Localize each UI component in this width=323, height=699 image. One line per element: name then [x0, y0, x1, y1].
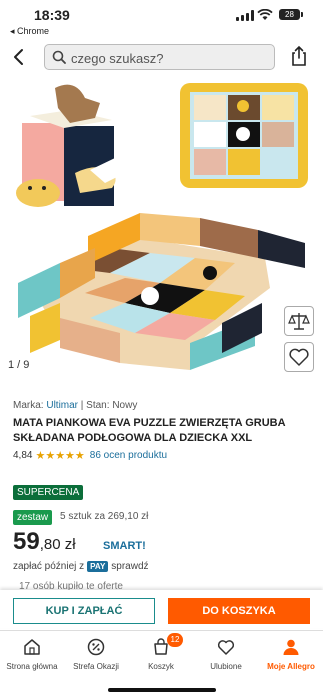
home-indicator[interactable]	[108, 688, 216, 692]
tab-home-label: Strona główna	[6, 662, 58, 671]
favorite-button[interactable]	[284, 342, 314, 372]
percent-tag-icon	[87, 638, 105, 656]
tab-cart[interactable]: 12 Koszyk	[129, 631, 193, 681]
search-placeholder: czego szukasz?	[71, 51, 164, 66]
rating-stars-icon: ★★★★★	[35, 450, 85, 462]
product-image-gallery[interactable]: 1 / 9	[0, 78, 323, 376]
pay-later-text: zapłać później z	[13, 561, 85, 572]
product-meta: Marka: Ultimar | Stan: Nowy	[13, 400, 137, 411]
clock: 18:39	[34, 7, 70, 23]
wifi-icon	[257, 9, 273, 20]
tab-my-allegro-label: Moje Allegro	[267, 662, 315, 671]
search-input[interactable]: czego szukasz?	[44, 44, 275, 70]
reviews-link[interactable]: 86 ocen produktu	[90, 450, 167, 461]
pay-later[interactable]: zapłać później z PAY sprawdź	[13, 561, 149, 572]
mat-top-view	[180, 83, 308, 188]
brand-link[interactable]: Ultimar	[46, 400, 78, 411]
mat-enclosure	[18, 213, 305, 370]
smart-label: SMART!	[103, 540, 146, 552]
image-counter: 1 / 9	[8, 359, 30, 371]
buy-now-button[interactable]: KUP I ZAPŁAĆ	[13, 598, 155, 624]
tab-my-allegro[interactable]: Moje Allegro	[259, 631, 323, 681]
pay-later-check[interactable]: sprawdź	[111, 561, 148, 572]
product-title: MATA PIANKOWA EVA PUZZLE ZWIERZĘTA GRUBA…	[13, 417, 286, 444]
search-icon	[52, 50, 66, 64]
back-to-app-link[interactable]: ◂ Chrome	[10, 26, 49, 37]
tab-favorites-label: Ulubione	[210, 662, 242, 671]
tab-home[interactable]: Strona główna	[0, 631, 64, 681]
brand-label: Marka:	[13, 400, 44, 411]
add-to-cart-button[interactable]: DO KOSZYKA	[168, 598, 310, 624]
back-arrow-icon[interactable]	[9, 45, 29, 69]
user-icon	[283, 639, 299, 655]
tab-cart-label: Koszyk	[148, 662, 174, 671]
cart-count-badge: 12	[167, 633, 183, 647]
tab-deals[interactable]: Strefa Okazji	[64, 631, 128, 681]
purchase-actions: KUP I ZAPŁAĆ DO KOSZYKA	[0, 590, 323, 628]
price-rest: ,80 zł	[39, 536, 76, 553]
tab-deals-label: Strefa Okazji	[73, 662, 119, 671]
home-icon	[24, 639, 40, 655]
signal-icon	[236, 10, 254, 21]
set-badge: zestaw	[13, 510, 53, 525]
bottom-tab-bar: Strona główna Strefa Okazji 12 Koszyk Ul…	[0, 630, 323, 681]
mat-folded-cube	[16, 84, 125, 207]
scale-icon	[288, 313, 310, 330]
condition-label: | Stan:	[80, 400, 110, 411]
rating-value: 4,84	[13, 450, 33, 461]
status-bar: 18:39 ◂ Chrome 28	[0, 0, 323, 38]
smart-badge: SMART!	[103, 540, 146, 552]
share-icon[interactable]	[289, 44, 309, 68]
supercena-badge: SUPERCENA	[13, 485, 84, 500]
price: 59,80 zł	[13, 528, 76, 556]
condition-value: Nowy	[112, 400, 138, 411]
product-image	[16, 83, 308, 370]
tab-favorites[interactable]: Ulubione	[194, 631, 258, 681]
top-search-bar: czego szukasz?	[0, 40, 323, 76]
price-main: 59	[13, 528, 40, 555]
product-rating[interactable]: 4,84 ★★★★★ 86 ocen produktu	[13, 449, 167, 462]
battery-icon: 28	[279, 9, 303, 20]
compare-button[interactable]	[284, 306, 314, 336]
heart-icon	[289, 348, 309, 366]
pay-logo: PAY	[87, 561, 109, 572]
heart-icon	[217, 640, 235, 655]
set-offer-text[interactable]: 5 sztuk za 269,10 zł	[60, 511, 148, 522]
